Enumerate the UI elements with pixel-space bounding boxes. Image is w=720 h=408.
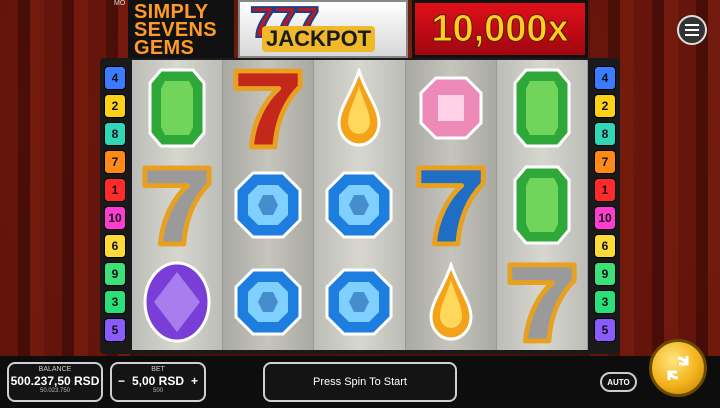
payline-indicator-10: 10	[594, 206, 616, 230]
payline-indicator-4: 4	[594, 66, 616, 90]
payline-indicator-1: 1	[104, 178, 126, 202]
reel-4	[405, 60, 497, 350]
payline-indicator-2: 2	[104, 94, 126, 118]
orange-drop-symbol	[413, 258, 489, 346]
reel-2	[223, 60, 315, 350]
seven-red-symbol	[230, 64, 306, 152]
reel-5	[496, 60, 588, 350]
pink-gem-symbol	[413, 64, 489, 152]
payline-indicator-8: 8	[594, 122, 616, 146]
payline-indicator-9: 9	[594, 262, 616, 286]
payline-indicator-9: 9	[104, 262, 126, 286]
payline-indicator-1: 1	[594, 178, 616, 202]
title-line: GEMS	[134, 37, 195, 59]
blue-gem-symbol	[321, 258, 397, 346]
payline-indicator-5: 5	[594, 318, 616, 342]
blue-gem-symbol	[321, 161, 397, 249]
reel-area	[132, 60, 588, 350]
jackpot-banner: 777 JACKPOT	[238, 0, 408, 58]
jackpot-label: JACKPOT	[262, 26, 376, 52]
game-title: SIMPLY SEVENS GEMS	[128, 0, 234, 58]
bet-sub: 500	[152, 388, 163, 394]
bet-increase-button[interactable]: +	[191, 374, 198, 388]
green-gem-symbol	[504, 161, 580, 249]
bet-value: 5,00 RSD	[131, 374, 185, 388]
payline-indicator-3: 3	[104, 290, 126, 314]
reel-3	[314, 60, 406, 350]
seven-gray-symbol	[504, 258, 580, 346]
bet-label: BET	[151, 366, 165, 373]
payline-indicator-8: 8	[104, 122, 126, 146]
payline-indicator-3: 3	[594, 290, 616, 314]
game-logo: MO SIMPLY SEVENS GEMS 777 JACKPOT 10,000…	[114, 0, 588, 58]
balance-label: BALANCE	[38, 366, 72, 373]
payline-indicator-6: 6	[594, 234, 616, 258]
payline-indicator-6: 6	[104, 234, 126, 258]
purple-gem-symbol	[139, 258, 215, 346]
payline-indicator-5: 5	[104, 318, 126, 342]
seven-gray-symbol	[139, 161, 215, 249]
multiplier-banner: 10,000x	[412, 0, 588, 58]
payline-indicator-10: 10	[104, 206, 126, 230]
spin-arrows-icon	[667, 356, 689, 380]
status-message: Press Spin To Start	[263, 362, 457, 402]
payline-indicator-7: 7	[104, 150, 126, 174]
seven-blue-symbol	[413, 161, 489, 249]
spin-button[interactable]	[649, 339, 707, 397]
hamburger-menu-icon[interactable]	[677, 15, 707, 45]
paylines-right: 4 2 8 7 1 10 6 9 3 5	[594, 66, 616, 342]
payline-indicator-4: 4	[104, 66, 126, 90]
corner-text: MO	[114, 0, 126, 7]
bet-box: BET − 5,00 RSD + 500	[110, 362, 206, 402]
payline-indicator-7: 7	[594, 150, 616, 174]
balance-value: 500.237,50 RSD	[10, 374, 100, 388]
blue-gem-symbol	[230, 161, 306, 249]
balance-box: BALANCE 500.237,50 RSD 50.023.750	[7, 362, 103, 402]
green-gem-symbol	[504, 64, 580, 152]
green-gem-symbol	[139, 64, 215, 152]
orange-drop-symbol	[321, 64, 397, 152]
auto-button[interactable]: AUTO	[600, 372, 637, 392]
bet-decrease-button[interactable]: −	[118, 374, 125, 388]
payline-indicator-2: 2	[594, 94, 616, 118]
balance-sub: 50.023.750	[39, 388, 71, 394]
reel-1	[132, 60, 224, 350]
blue-gem-symbol	[230, 258, 306, 346]
paylines-left: 4 2 8 7 1 10 6 9 3 5	[104, 66, 126, 342]
